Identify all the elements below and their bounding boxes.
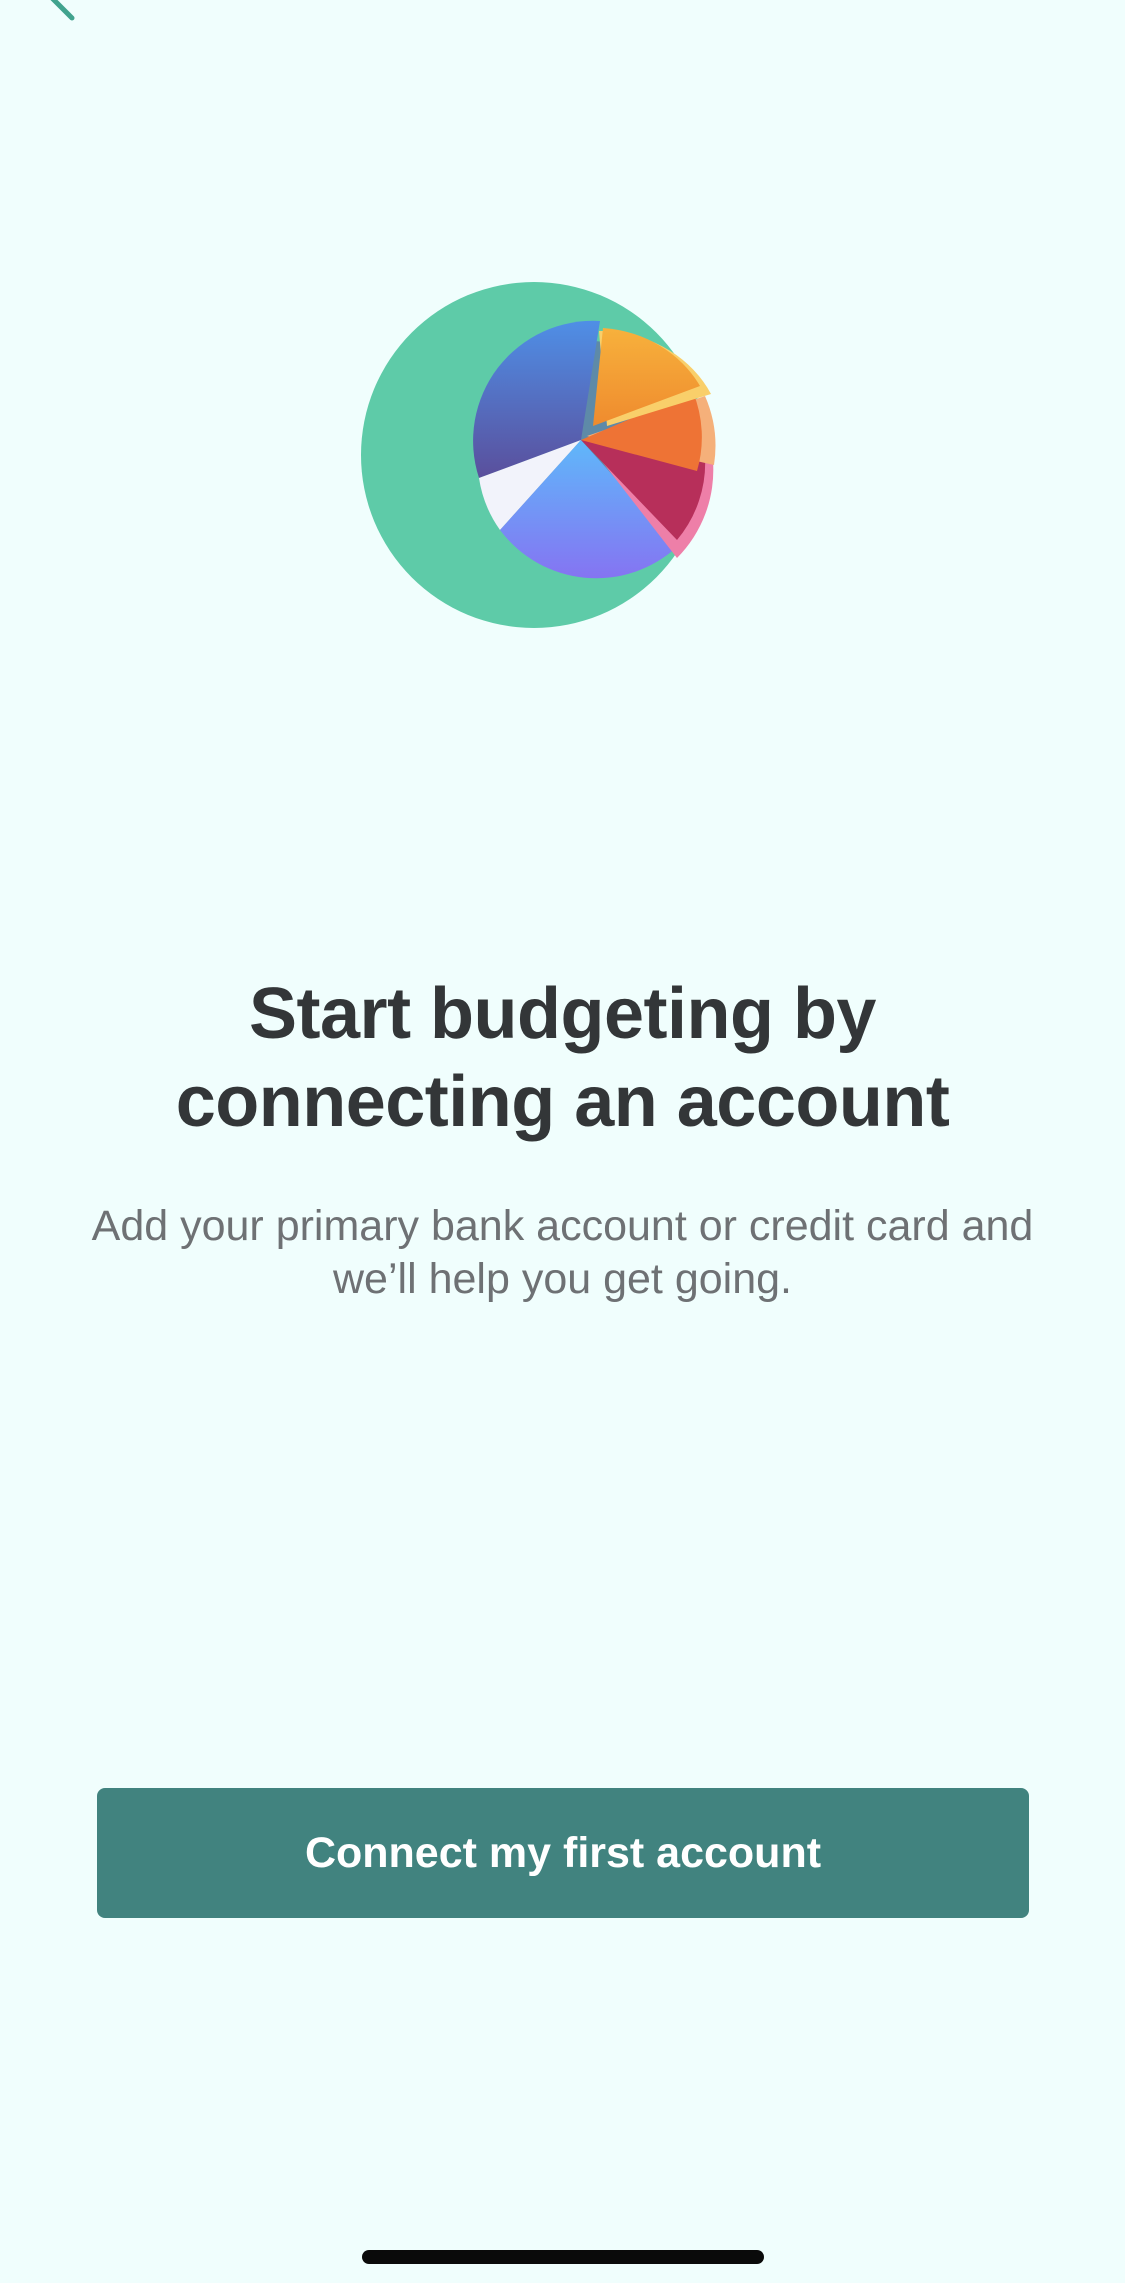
page-description-line-1: Add your primary bank account or credit …	[91, 1202, 1034, 1250]
connect-account-button[interactable]: Connect my first account	[97, 1788, 1029, 1918]
page-description: Add your primary bank account or credit …	[40, 1200, 1085, 1306]
pie-chart-illustration	[355, 276, 755, 636]
onboarding-screen: Start budgeting by connecting an account…	[0, 0, 1125, 2283]
page-title-line-2: connecting an account	[175, 1062, 950, 1142]
back-button[interactable]	[20, 0, 110, 30]
page-title-line-1: Start budgeting by	[249, 974, 876, 1054]
page-title: Start budgeting by connecting an account	[60, 970, 1065, 1146]
page-description-line-2: we’ll help you get going.	[333, 1255, 792, 1303]
home-indicator[interactable]	[362, 2250, 764, 2264]
chevron-left-icon	[50, 0, 75, 21]
pie-chart-icon	[361, 282, 716, 628]
